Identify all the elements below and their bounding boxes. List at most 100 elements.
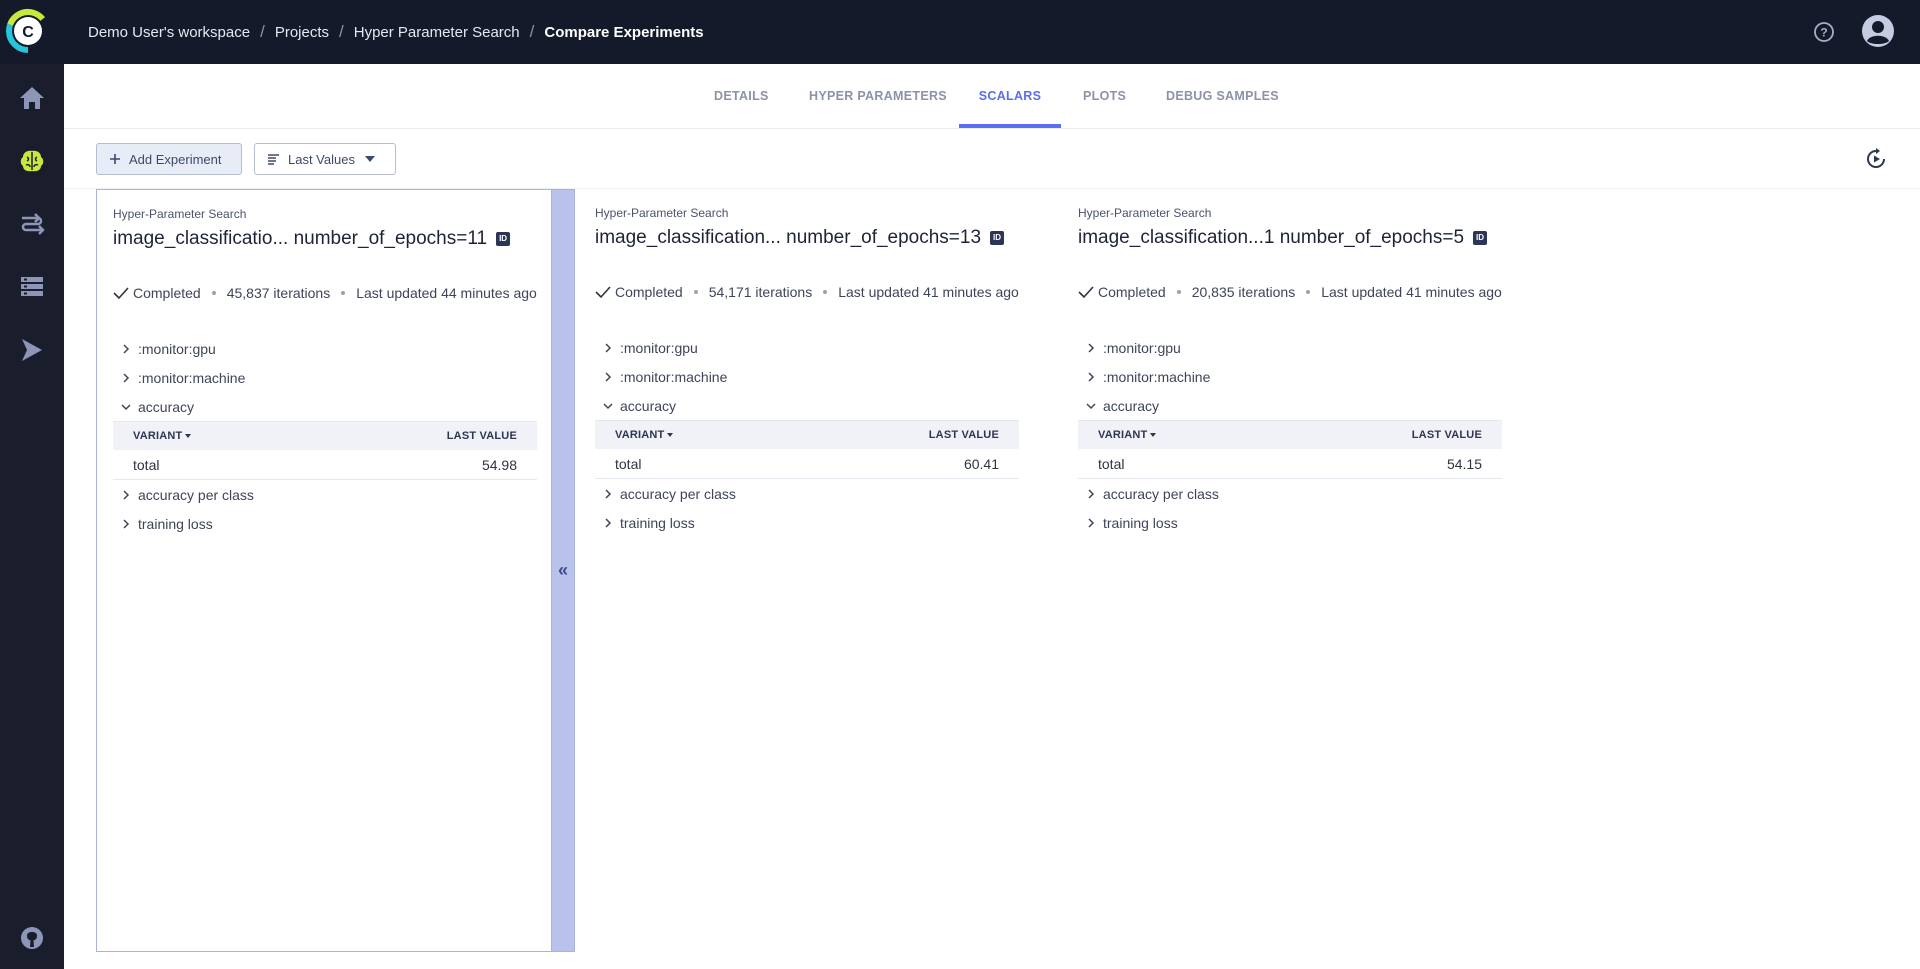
metric-row-machine[interactable]: :monitor:machine xyxy=(113,363,537,392)
check-icon xyxy=(595,286,611,299)
sidebar-item-pipelines[interactable] xyxy=(14,206,50,242)
id-badge[interactable]: ID xyxy=(990,231,1005,245)
variant-value: 54.15 xyxy=(1446,455,1482,472)
last-value-header: LAST VALUE xyxy=(1411,429,1482,441)
experiment-name[interactable]: image_classificatio... number_of_epochs=… xyxy=(113,228,511,250)
experiment-name[interactable]: image_classification...1 number_of_epoch… xyxy=(1078,227,1488,249)
id-badge[interactable]: ID xyxy=(1473,231,1488,245)
home-icon xyxy=(20,87,44,109)
last-updated-text: Last updated 41 minutes ago xyxy=(838,284,1019,300)
last-updated-text: Last updated 44 minutes ago xyxy=(356,285,537,301)
sidebar-item-orchestration[interactable] xyxy=(14,332,50,368)
last-updated-text: Last updated 41 minutes ago xyxy=(1321,284,1502,300)
separator-dot xyxy=(1176,290,1181,294)
breadcrumb-project[interactable]: Hyper Parameter Search xyxy=(354,24,520,41)
add-experiment-label: Add Experiment xyxy=(129,151,222,167)
variant-header[interactable]: VARIANT xyxy=(133,430,192,442)
metrics-list: :monitor:gpu :monitor:machine accuracy V… xyxy=(595,333,1019,537)
metric-row-accuracy-per-class[interactable]: accuracy per class xyxy=(1078,479,1502,508)
variant-table-header: VARIANT LAST VALUE xyxy=(595,420,1019,449)
experiment-name[interactable]: image_classification... number_of_epochs… xyxy=(595,227,1005,249)
separator-dot xyxy=(211,291,216,295)
chevron-down-icon xyxy=(1078,402,1103,410)
metric-label: accuracy xyxy=(1103,397,1160,414)
metric-row-machine[interactable]: :monitor:machine xyxy=(1078,362,1502,391)
metric-row-accuracy[interactable]: accuracy xyxy=(113,392,537,421)
metric-row-training-loss[interactable]: training loss xyxy=(113,509,537,538)
variant-value: 60.41 xyxy=(963,455,999,472)
chevron-right-icon xyxy=(1078,488,1103,499)
metric-label: accuracy xyxy=(620,397,677,414)
status-text: Completed xyxy=(615,284,683,300)
add-experiment-button[interactable]: Add Experiment xyxy=(96,143,242,175)
status-text: Completed xyxy=(133,285,201,301)
metric-row-machine[interactable]: :monitor:machine xyxy=(595,362,1019,391)
sidebar-item-experiments[interactable] xyxy=(14,143,50,179)
check-icon xyxy=(113,287,129,300)
tab-hyper-parameters[interactable]: HYPER PARAMETERS xyxy=(809,64,947,128)
auto-refresh-icon[interactable] xyxy=(1864,147,1888,171)
breadcrumb-projects[interactable]: Projects xyxy=(275,24,329,41)
chevron-right-icon xyxy=(595,371,620,382)
tab-plots[interactable]: PLOTS xyxy=(1083,64,1126,128)
sidebar-item-home[interactable] xyxy=(14,80,50,116)
svg-text:?: ? xyxy=(1820,26,1827,40)
metric-label: :monitor:gpu xyxy=(1103,339,1181,356)
separator-dot xyxy=(1306,290,1311,294)
breadcrumb-separator: / xyxy=(529,22,535,41)
collapse-pinned-handle[interactable]: « xyxy=(551,189,575,952)
metric-label: :monitor:gpu xyxy=(138,340,216,357)
sidebar-item-github[interactable] xyxy=(14,920,50,956)
experiment-card: Hyper-Parameter Search image_classificat… xyxy=(96,189,552,952)
metric-row-accuracy[interactable]: accuracy xyxy=(595,391,1019,420)
breadcrumb-separator: / xyxy=(339,22,344,41)
chevron-right-icon xyxy=(113,343,138,354)
iterations-text: 20,835 iterations xyxy=(1191,284,1296,300)
variant-table: VARIANT LAST VALUE total 54.15 xyxy=(1078,420,1502,479)
metric-row-training-loss[interactable]: training loss xyxy=(1078,508,1502,537)
compare-tabs: DETAILS HYPER PARAMETERS SCALARS PLOTS D… xyxy=(64,64,1920,129)
breadcrumb-workspace[interactable]: Demo User's workspace xyxy=(88,24,250,41)
chevron-right-icon xyxy=(595,517,620,528)
metrics-list: :monitor:gpu :monitor:machine accuracy V… xyxy=(113,334,537,538)
chevron-right-icon xyxy=(595,488,620,499)
table-row: total 54.98 xyxy=(113,450,537,480)
toolbar: Add Experiment Last Values xyxy=(64,129,1920,189)
sort-caret-icon xyxy=(185,434,192,439)
metric-row-accuracy-per-class[interactable]: accuracy per class xyxy=(595,479,1019,508)
github-icon xyxy=(21,927,43,949)
metric-label: accuracy per class xyxy=(138,486,254,503)
metric-row-gpu[interactable]: :monitor:gpu xyxy=(1078,333,1502,362)
tab-details[interactable]: DETAILS xyxy=(714,64,769,128)
variant-header[interactable]: VARIANT xyxy=(1098,429,1157,441)
metric-row-gpu[interactable]: :monitor:gpu xyxy=(113,334,537,363)
sidebar-item-datasets[interactable] xyxy=(14,269,50,305)
variant-header[interactable]: VARIANT xyxy=(615,429,674,441)
top-bar: C Demo User's workspace / Projects / Hyp… xyxy=(0,0,1920,64)
tab-scalars[interactable]: SCALARS xyxy=(959,64,1061,128)
experiment-name-text: image_classificatio... number_of_epochs=… xyxy=(113,228,488,249)
metric-label: :monitor:gpu xyxy=(620,339,698,356)
metric-row-accuracy[interactable]: accuracy xyxy=(1078,391,1502,420)
value-type-dropdown[interactable]: Last Values xyxy=(254,143,396,175)
id-badge[interactable]: ID xyxy=(496,232,511,246)
iterations-text: 45,837 iterations xyxy=(226,285,331,301)
metric-row-training-loss[interactable]: training loss xyxy=(595,508,1019,537)
clearml-logo[interactable]: C xyxy=(6,7,50,55)
metric-row-accuracy-per-class[interactable]: accuracy per class xyxy=(113,480,537,509)
variant-table: VARIANT LAST VALUE total 60.41 xyxy=(595,420,1019,479)
svg-text:C: C xyxy=(22,24,34,41)
metric-label: training loss xyxy=(138,515,213,532)
variant-value: 54.98 xyxy=(481,456,517,473)
help-icon[interactable]: ? xyxy=(1812,20,1836,44)
metric-label: accuracy xyxy=(138,398,195,415)
metric-row-gpu[interactable]: :monitor:gpu xyxy=(595,333,1019,362)
experiment-card: Hyper-Parameter Search image_classificat… xyxy=(579,189,1039,952)
metrics-list: :monitor:gpu :monitor:machine accuracy V… xyxy=(1078,333,1502,537)
user-avatar-icon[interactable] xyxy=(1861,14,1895,48)
tab-debug-samples[interactable]: DEBUG SAMPLES xyxy=(1166,64,1279,128)
metric-label: accuracy per class xyxy=(1103,485,1219,502)
value-type-label: Last Values xyxy=(288,151,355,167)
experiment-project: Hyper-Parameter Search xyxy=(1078,206,1212,220)
table-row: total 54.15 xyxy=(1078,449,1502,479)
